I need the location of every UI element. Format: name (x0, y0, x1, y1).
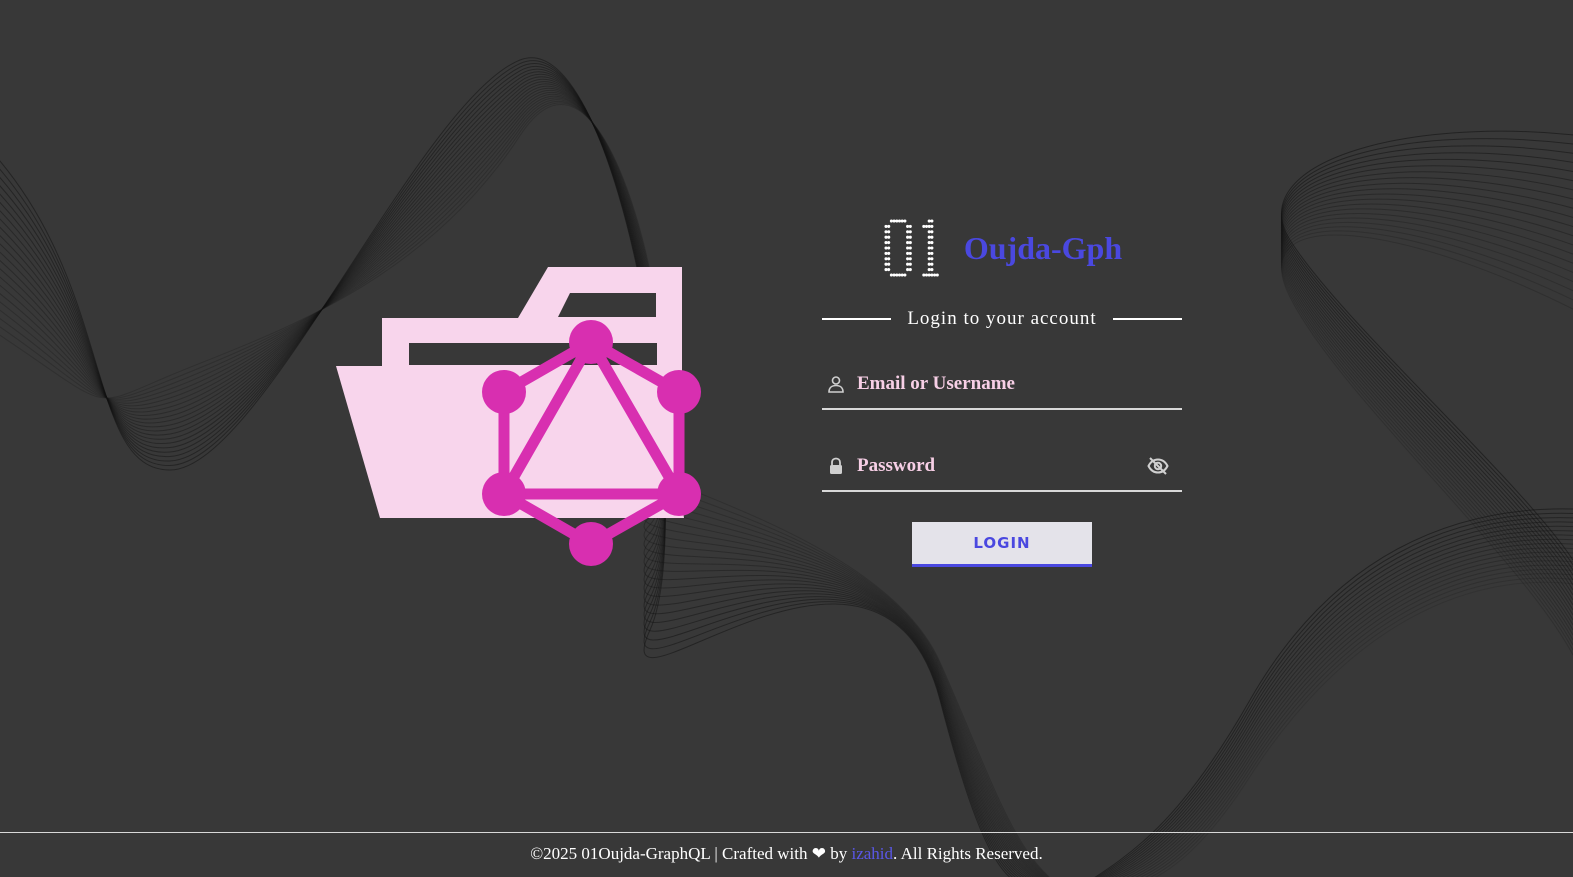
divider-right (1113, 318, 1182, 320)
lock-icon (824, 454, 848, 478)
login-subtitle: Login to your account (907, 308, 1097, 329)
footer: ©2025 01Oujda-GraphQL | Crafted with ❤ b… (0, 832, 1573, 877)
login-button[interactable]: LOGIN (912, 522, 1092, 567)
brand-logo-icon (884, 219, 939, 277)
footer-suffix: . All Rights Reserved. (893, 844, 1043, 863)
password-input[interactable] (857, 455, 1144, 477)
background-waves (0, 57, 1573, 877)
author-link[interactable]: izahid (851, 844, 893, 863)
user-icon (824, 372, 848, 396)
graphql-folder-icon (336, 267, 701, 566)
login-panel: Oujda-Gph Login to your account Email or… (822, 210, 1182, 567)
password-field (822, 442, 1182, 492)
eye-off-icon[interactable] (1144, 452, 1172, 480)
footer-copyright: ©2025 01Oujda-GraphQL | Crafted with ❤ b… (530, 844, 852, 863)
brand: Oujda-Gph (822, 210, 1182, 286)
divider-left (822, 318, 891, 320)
button-row: LOGIN (822, 522, 1182, 567)
subtitle-row: Login to your account (822, 306, 1182, 332)
brand-name: Oujda-Gph (963, 229, 1123, 266)
username-input[interactable] (857, 373, 1182, 395)
username-field (822, 360, 1182, 410)
login-page: Oujda-Gph Login to your account Email or… (0, 0, 1573, 877)
